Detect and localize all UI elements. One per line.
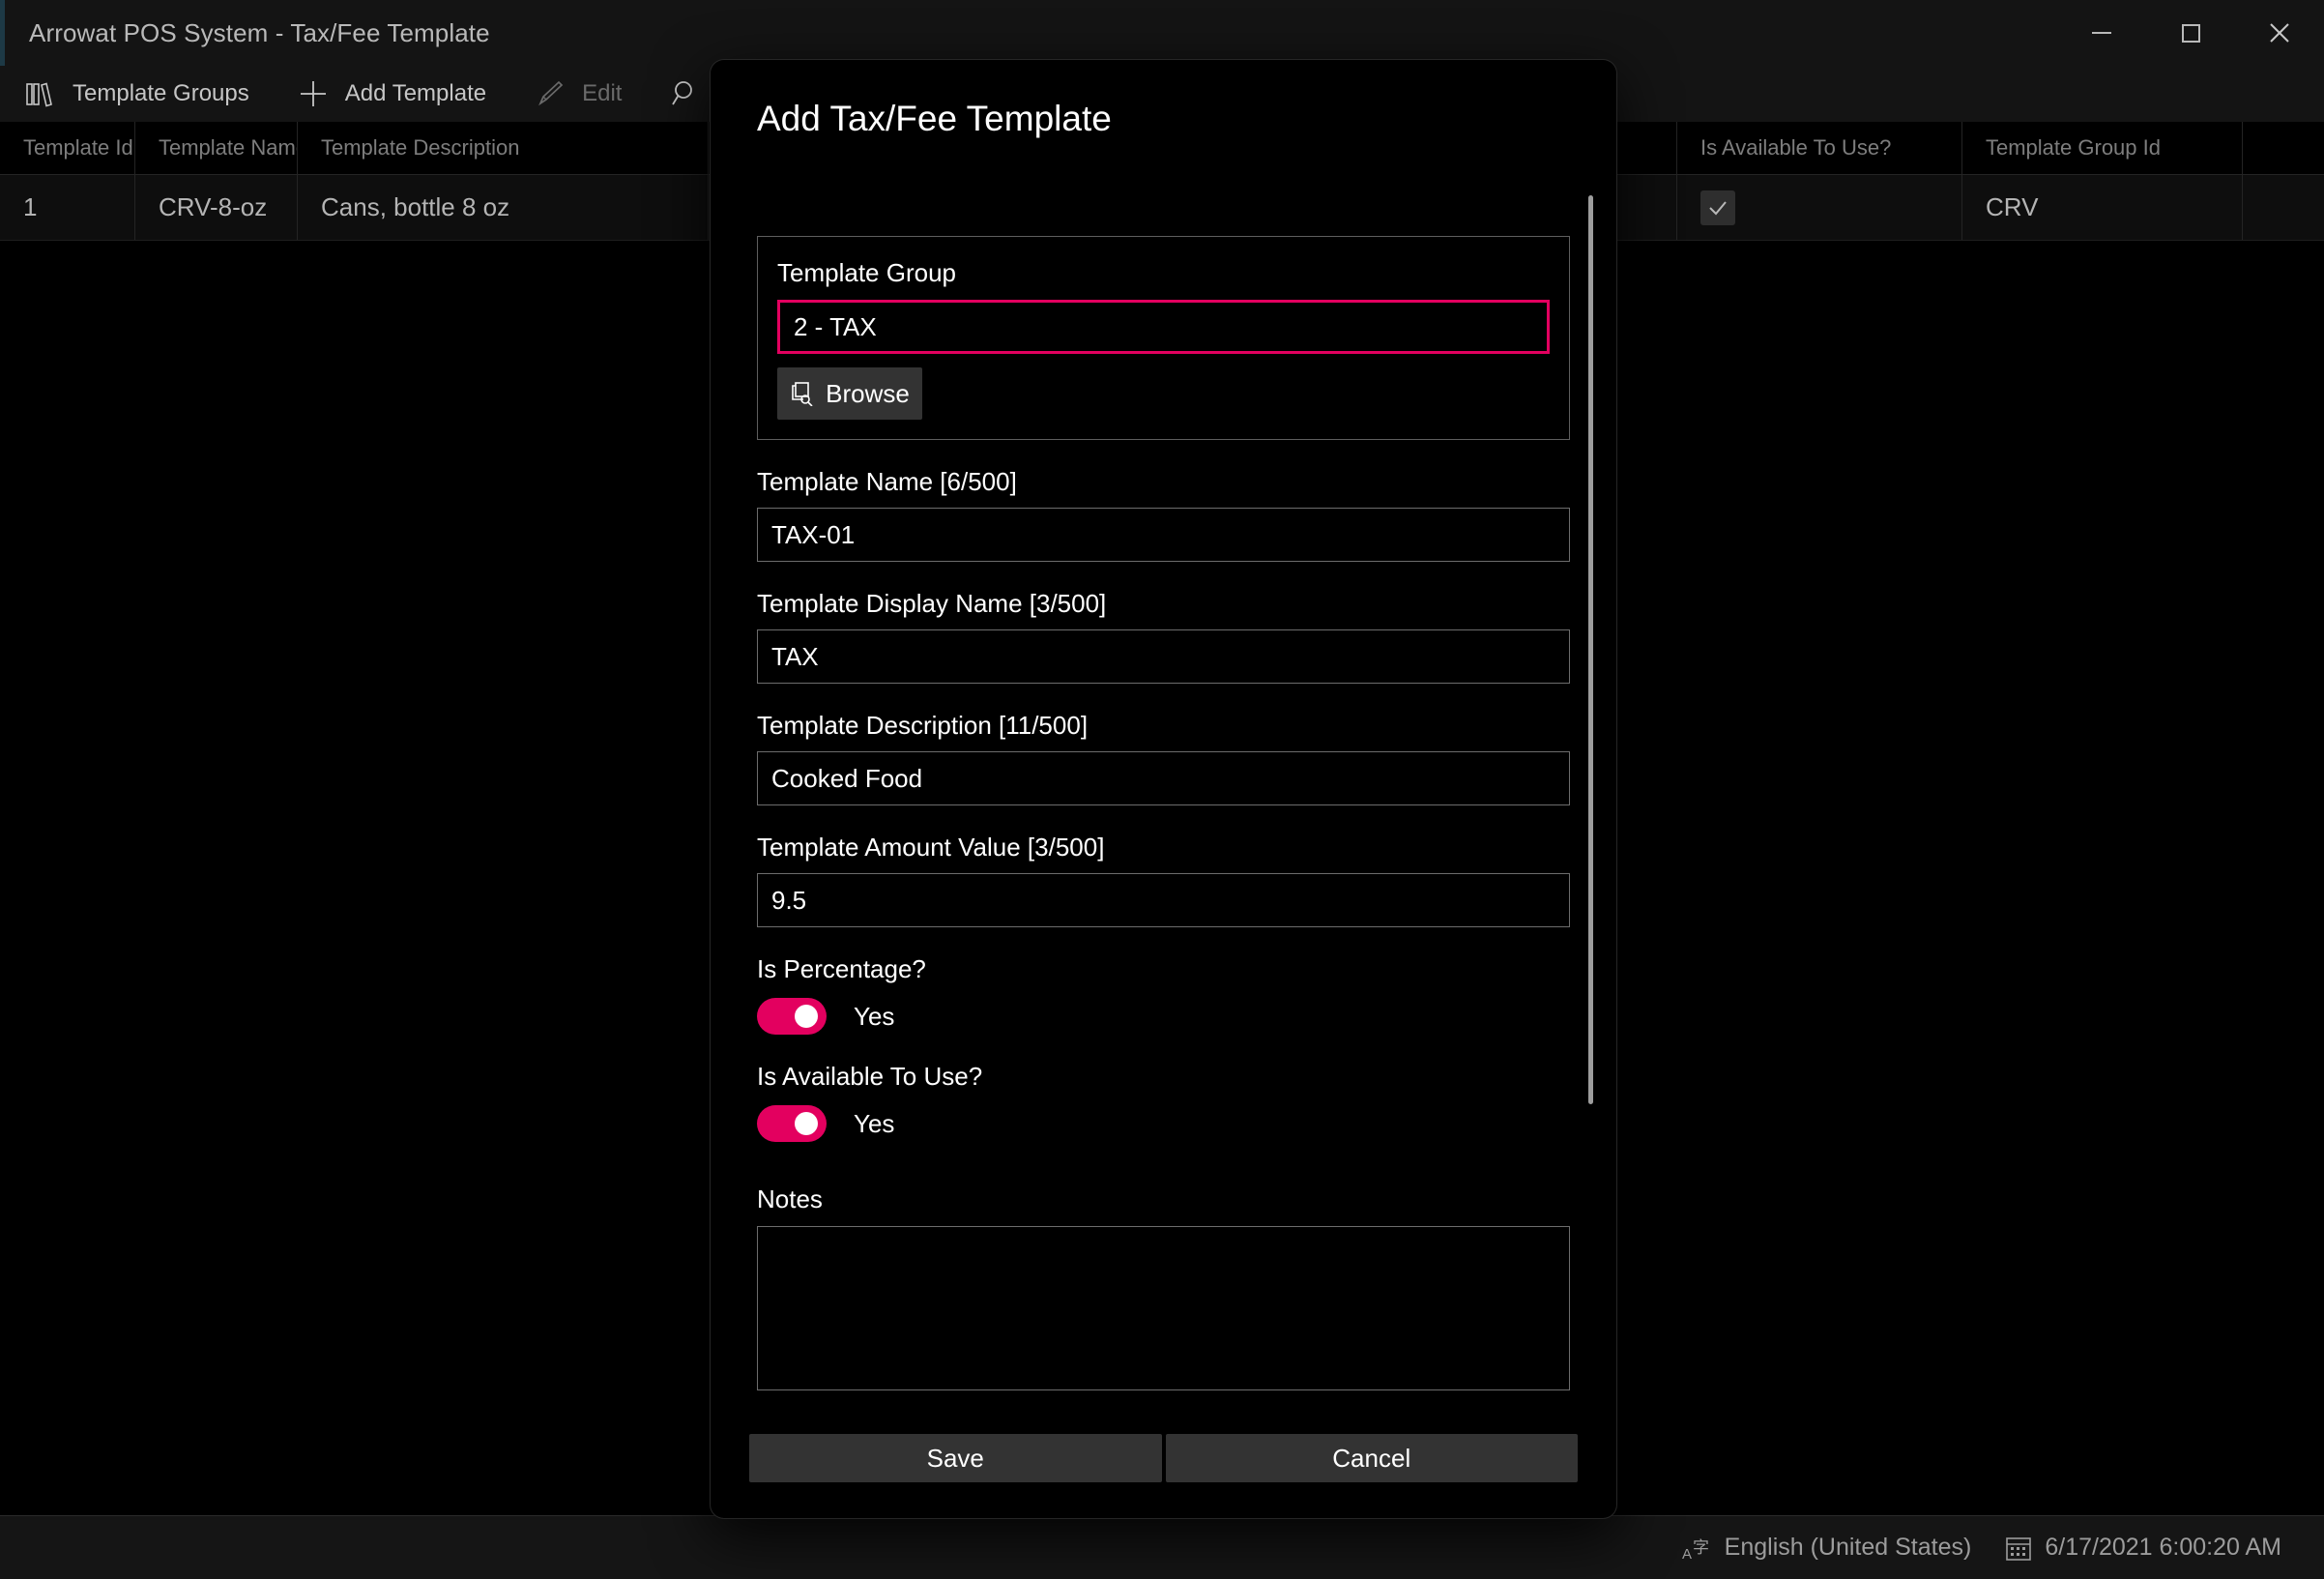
template-name-input[interactable]: TAX-01 [757,508,1570,562]
cell-template-name: CRV-8-oz [135,175,298,240]
template-amount-value-label: Template Amount Value [3/500] [757,833,1105,862]
toggle-knob [795,1005,818,1028]
window-controls [2057,0,2324,66]
save-button[interactable]: Save [749,1434,1162,1482]
cell-trailing [2243,175,2324,240]
notes-textarea[interactable] [757,1226,1570,1390]
browse-button[interactable]: Browse [777,367,922,420]
template-group-section: Template Group 2 - TAX Browse [757,236,1570,440]
status-bar: A 字 English (United States) 6/17/2021 6:… [0,1515,2324,1579]
template-description-field: Template Description [11/500] Cooked Foo… [757,711,1570,805]
pencil-icon [531,77,569,110]
books-icon [21,77,60,110]
cell-is-available-to-use [1677,175,1962,240]
is-available-to-use-toggle[interactable] [757,1105,827,1142]
is-percentage-label: Is Percentage? [757,954,926,983]
toolbar-item-edit[interactable]: Edit [531,66,639,122]
input-language-icon: A 字 [1682,1534,1713,1563]
dialog-scrollbar-thumb[interactable] [1588,195,1593,1104]
toolbar-item-label: Edit [582,80,623,106]
status-language-label: English (United States) [1724,1534,1972,1561]
status-language[interactable]: A 字 English (United States) [1682,1534,1972,1563]
checkbox-checked-icon[interactable] [1700,190,1735,225]
calendar-icon [2004,1534,2033,1563]
template-amount-value-field: Template Amount Value [3/500] 9.5 [757,833,1570,927]
toggle-knob [795,1112,818,1135]
template-display-name-input[interactable]: TAX [757,629,1570,684]
is-available-to-use-label: Is Available To Use? [757,1062,983,1091]
is-percentage-row: Yes [757,998,1570,1035]
is-available-to-use-row: Yes [757,1105,1570,1142]
application-window: Arrowat POS System - Tax/Fee Template Te… [0,0,2324,1579]
template-amount-value-input[interactable]: 9.5 [757,873,1570,927]
status-datetime[interactable]: 6/17/2021 6:00:20 AM [2004,1534,2281,1563]
notes-field: Notes [757,1184,1570,1390]
plus-icon [294,77,333,110]
window-title: Arrowat POS System - Tax/Fee Template [29,17,490,47]
browse-search-icon [790,381,815,406]
template-group-label: Template Group [777,258,956,287]
grid-column-header-template-name[interactable]: Template Name [135,122,298,174]
template-description-input[interactable]: Cooked Food [757,751,1570,805]
template-name-label: Template Name [6/500] [757,467,1017,496]
is-percentage-toggle[interactable] [757,998,827,1035]
svg-text:A: A [1682,1546,1692,1563]
template-group-input[interactable]: 2 - TAX [777,300,1550,354]
template-display-name-field: Template Display Name [3/500] TAX [757,589,1570,684]
toolbar-item-label: Add Template [344,80,487,106]
cell-template-group-id: CRV [1962,175,2243,240]
grid-column-header-template-description[interactable]: Template Description [298,122,709,174]
search-icon [666,77,705,110]
svg-text:字: 字 [1693,1538,1709,1558]
close-button[interactable] [2235,0,2324,66]
is-percentage-state: Yes [854,1001,895,1031]
grid-column-header-template-group-id[interactable]: Template Group Id [1962,122,2243,174]
dialog-scroll-area: Template Group 2 - TAX Browse Template N… [711,176,1616,1433]
is-available-to-use-field: Is Available To Use? Yes [757,1062,1570,1142]
browse-button-label: Browse [826,378,910,408]
toolbar-item-label: Template Groups [73,80,249,106]
notes-label: Notes [757,1184,823,1213]
dialog-title: Add Tax/Fee Template [757,99,1112,138]
dialog-scrollbar[interactable] [1588,195,1593,1201]
status-datetime-label: 6/17/2021 6:00:20 AM [2045,1534,2281,1561]
cell-template-id: 1 [0,175,135,240]
cell-template-description: Cans, bottle 8 oz [298,175,709,240]
is-available-to-use-state: Yes [854,1108,895,1138]
title-bar-accent-edge [0,0,5,66]
cancel-button[interactable]: Cancel [1165,1434,1578,1482]
template-name-field: Template Name [6/500] TAX-01 [757,467,1570,562]
template-display-name-label: Template Display Name [3/500] [757,589,1107,618]
is-percentage-field: Is Percentage? Yes [757,954,1570,1035]
grid-column-header-template-id[interactable]: Template Id [0,122,135,174]
minimize-button[interactable] [2057,0,2146,66]
title-bar: Arrowat POS System - Tax/Fee Template [0,0,2324,66]
template-description-label: Template Description [11/500] [757,711,1089,740]
grid-column-header-trailing[interactable] [2243,122,2324,174]
toolbar-item-template-groups[interactable]: Template Groups [21,66,267,122]
maximize-button[interactable] [2146,0,2235,66]
grid-column-header-is-available-to-use[interactable]: Is Available To Use? [1677,122,1962,174]
dialog-footer: Save Cancel [711,1398,1616,1518]
toolbar-item-add-template[interactable]: Add Template [294,66,504,122]
add-tax-fee-template-dialog: Add Tax/Fee Template Template Group 2 - … [711,60,1616,1518]
